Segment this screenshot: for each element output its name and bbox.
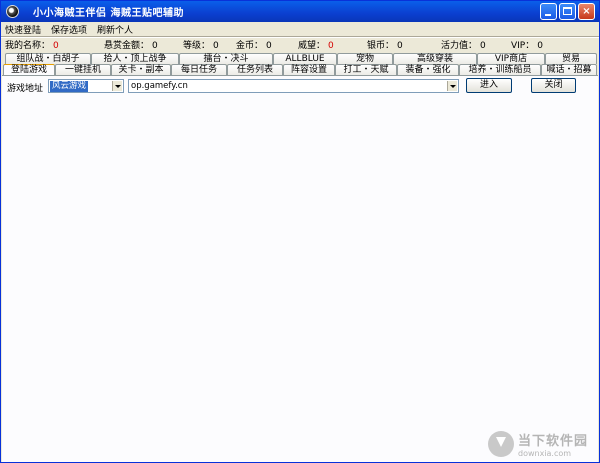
server-selected-value: 风云游戏: [50, 81, 89, 92]
player-status-row: 我的名称： 0 悬赏金额： 0 等级： 0 金币： 0 威望： 0 银币： 0 活力值： 0 …: [1, 37, 599, 51]
tab-content-panel: 游戏地址 风云游戏 op.gamefy.cn 进入 关闭 当下软件园 downx…: [2, 75, 598, 462]
stat-energy: 活力值： 0: [441, 38, 486, 51]
chevron-down-icon[interactable]: [112, 81, 122, 91]
watermark-url: downxia.com: [517, 449, 572, 458]
chevron-down-icon[interactable]: [447, 81, 457, 91]
download-arrow-icon: [487, 431, 514, 457]
menu-save-options[interactable]: 保存选项: [51, 23, 87, 36]
tab-work-talent[interactable]: 打工・天赋: [335, 64, 397, 75]
watermark-name: 当下软件园: [517, 434, 588, 449]
stat-vip: VIP： 0: [511, 38, 543, 51]
menu-quick-login[interactable]: 快速登陆: [5, 23, 41, 36]
stat-gold: 金币： 0: [236, 38, 272, 51]
stat-label: 悬赏金额：: [104, 41, 150, 51]
app-logo-icon: [6, 5, 19, 18]
menu-bar: 快速登陆 保存选项 刷新个人: [1, 22, 599, 36]
tab-task-list[interactable]: 任务列表: [227, 64, 283, 75]
tab-strip: 组队战・白胡子 拾人・顶上战争 擂台・决斗 ALLBLUE 宠物 高级穿装 VI…: [1, 51, 599, 75]
close-icon: ×: [582, 6, 591, 17]
stat-value: 0: [53, 41, 59, 51]
address-bar: 游戏地址 风云游戏 op.gamefy.cn 进入 关闭: [2, 78, 598, 94]
game-url-value: op.gamefy.cn: [131, 81, 188, 91]
game-address-label: 游戏地址: [7, 84, 44, 94]
stat-label: 威望：: [298, 41, 326, 51]
tab-advanced-gear[interactable]: 高级穿装: [393, 53, 477, 64]
stat-value: 0: [328, 41, 334, 51]
stat-level: 等级： 0: [183, 38, 219, 51]
stat-value: 0: [480, 41, 486, 51]
menu-refresh-profile[interactable]: 刷新个人: [97, 23, 133, 36]
title-bar[interactable]: 小小海贼王伴侣 海贼王贴吧辅助 ×: [1, 1, 599, 22]
stat-label: 银币：: [367, 41, 395, 51]
stat-value: 0: [152, 41, 158, 51]
server-select[interactable]: 风云游戏: [48, 79, 124, 93]
tab-pets[interactable]: 宠物: [337, 53, 393, 64]
tab-equip-enhance[interactable]: 装备・强化: [397, 64, 459, 75]
watermark: 当下软件园 downxia.com: [487, 430, 588, 458]
tab-summit-war[interactable]: 拾人・顶上战争: [91, 53, 179, 64]
tab-arena-duel[interactable]: 擂台・决斗: [179, 53, 273, 64]
stat-value: 0: [213, 41, 219, 51]
stat-label: 活力值：: [441, 41, 478, 51]
tab-login-game[interactable]: 登陆游戏: [3, 64, 55, 75]
watermark-text: 当下软件园 downxia.com: [518, 430, 588, 458]
tab-formation[interactable]: 阵容设置: [283, 64, 335, 75]
app-window: 小小海贼王伴侣 海贼王贴吧辅助 × 快速登陆 保存选项 刷新个人 我的名称： 0 …: [0, 0, 600, 463]
stat-label: 金币：: [236, 41, 264, 51]
stat-value: 0: [266, 41, 272, 51]
tab-allblue[interactable]: ALLBLUE: [273, 53, 337, 64]
stat-name: 我的名称： 0: [5, 38, 59, 51]
tab-auto-afk[interactable]: 一键挂机: [55, 64, 111, 75]
stat-prestige: 威望： 0: [298, 38, 334, 51]
tab-vip-shop[interactable]: VIP商店: [477, 53, 545, 64]
tab-shout-recruit[interactable]: 喊话・招募: [541, 64, 597, 75]
stat-label: 等级：: [183, 41, 211, 51]
stat-bounty: 悬赏金额： 0: [104, 38, 158, 51]
tab-team-battle[interactable]: 组队战・白胡子: [5, 53, 91, 64]
window-title: 小小海贼王伴侣 海贼王贴吧辅助: [33, 8, 184, 19]
enter-button[interactable]: 进入: [466, 78, 512, 93]
stat-label: VIP：: [511, 41, 535, 51]
stat-value: 0: [537, 41, 543, 51]
minimize-button[interactable]: [540, 3, 557, 20]
maximize-icon: [563, 7, 572, 15]
stat-silver: 银币： 0: [367, 38, 403, 51]
tab-trade[interactable]: 贸易: [545, 53, 597, 64]
stat-value: 0: [397, 41, 403, 51]
close-window-button[interactable]: ×: [578, 3, 595, 20]
tab-daily-tasks[interactable]: 每日任务: [171, 64, 227, 75]
tab-train-crew[interactable]: 培养・训练船员: [459, 64, 541, 75]
tab-stages-dungeons[interactable]: 关卡・副本: [111, 64, 171, 75]
stat-label: 我的名称：: [5, 41, 51, 51]
maximize-button[interactable]: [559, 3, 576, 20]
game-url-input[interactable]: op.gamefy.cn: [128, 79, 459, 93]
close-button[interactable]: 关闭: [531, 78, 576, 93]
minimize-icon: [545, 14, 551, 16]
